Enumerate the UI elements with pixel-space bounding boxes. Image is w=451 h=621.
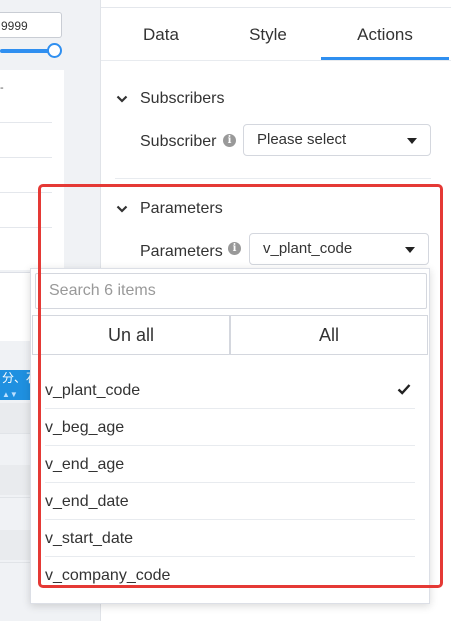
left-chart-panel: [0, 70, 64, 270]
option-label: v_beg_age: [45, 419, 125, 436]
option-label: v_company_code: [45, 567, 171, 584]
option-label: v_end_age: [45, 456, 125, 473]
left-value-input[interactable]: 9999: [0, 12, 62, 38]
tabs-divider: [101, 60, 451, 61]
parameters-select[interactable]: v_plant_code: [249, 233, 429, 265]
dropdown-option[interactable]: v_company_code: [45, 557, 415, 594]
left-strip: [0, 272, 30, 341]
caret-down-icon: [407, 138, 417, 144]
subscriber-select[interactable]: Please select: [243, 124, 431, 156]
left-gridline: [0, 227, 52, 228]
info-icon[interactable]: i: [228, 242, 241, 255]
option-label: v_end_date: [45, 493, 129, 510]
chevron-down-icon[interactable]: [116, 203, 128, 215]
info-icon[interactable]: i: [223, 134, 236, 147]
parameters-dropdown: Un all All v_plant_code v_beg_age v_end_…: [30, 268, 430, 604]
left-table-row-divider: [0, 497, 30, 498]
tab-style[interactable]: Style: [218, 20, 318, 50]
dropdown-search-input[interactable]: [35, 273, 427, 309]
left-gridline: [0, 192, 52, 193]
sort-icon[interactable]: ▲▼: [2, 387, 18, 403]
subscribers-section-title[interactable]: Subscribers: [140, 90, 224, 108]
unselect-all-button[interactable]: Un all: [32, 315, 230, 355]
dropdown-option[interactable]: v_end_date: [45, 483, 415, 520]
subscriber-select-value: Please select: [257, 131, 347, 148]
option-label: v_plant_code: [45, 382, 141, 399]
tab-actions[interactable]: Actions: [321, 20, 449, 50]
left-gridline: [0, 122, 52, 123]
left-axis-tick: -: [0, 82, 4, 94]
section-divider: [115, 178, 431, 179]
subscriber-field-label: Subscriber: [140, 133, 217, 150]
left-table-row-divider: [0, 433, 30, 434]
panel-top-border: [101, 7, 451, 8]
left-slider-thumb[interactable]: [47, 43, 62, 58]
dropdown-option[interactable]: v_start_date: [45, 520, 415, 557]
left-table-row-divider: [0, 562, 30, 563]
dropdown-option[interactable]: v_end_age: [45, 446, 415, 483]
left-table-row: [0, 465, 30, 495]
left-gridline: [0, 157, 52, 158]
left-table-row: [0, 403, 30, 433]
check-icon: [397, 384, 411, 395]
active-tab-indicator: [321, 57, 449, 60]
parameters-field-label: Parameters: [140, 243, 223, 260]
parameters-select-value: v_plant_code: [263, 240, 353, 257]
caret-down-icon: [405, 247, 415, 253]
select-all-button[interactable]: All: [230, 315, 428, 355]
tab-data[interactable]: Data: [111, 20, 211, 50]
parameters-section-title[interactable]: Parameters: [140, 200, 223, 218]
option-label: v_start_date: [45, 530, 134, 547]
dropdown-option[interactable]: v_beg_age: [45, 409, 415, 446]
dropdown-option[interactable]: v_plant_code: [45, 372, 415, 409]
chevron-down-icon[interactable]: [116, 93, 128, 105]
left-slider-track[interactable]: [0, 49, 54, 53]
left-table-row: [0, 530, 30, 560]
